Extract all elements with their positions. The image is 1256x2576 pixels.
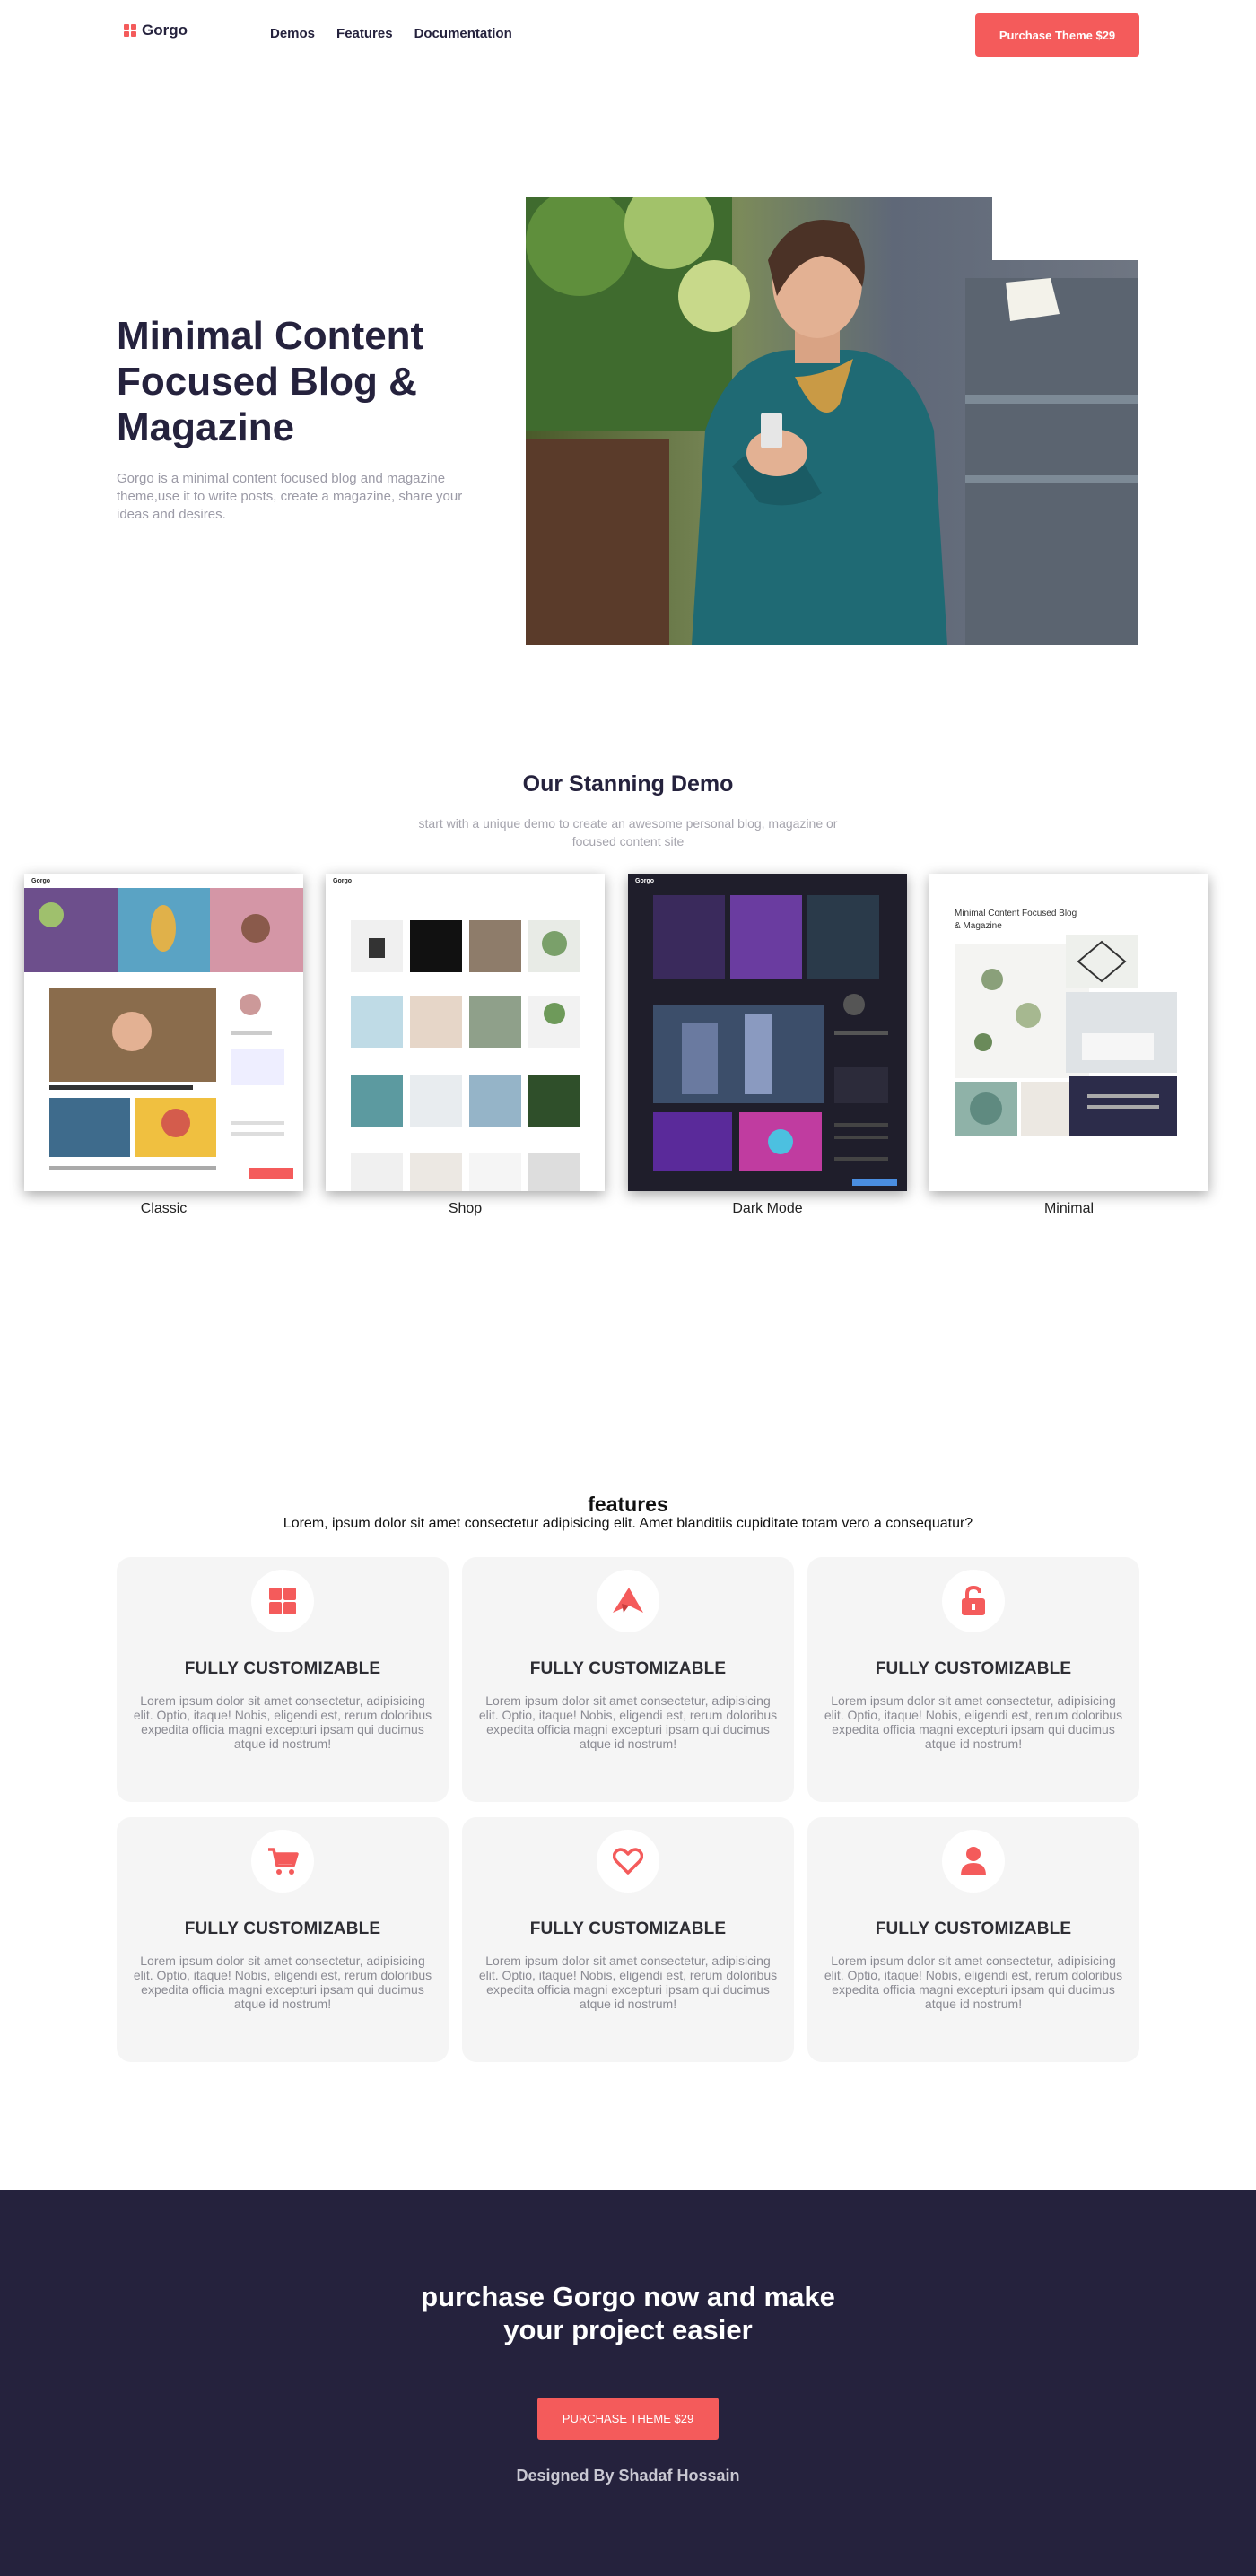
demo-classic-logo: Gorgo [31,877,50,884]
demo-classic-topbar: Gorgo [24,874,303,888]
logo-icon [124,24,136,37]
hero-image [526,197,1138,645]
logo[interactable]: Gorgo [124,22,188,39]
demo-label-shop[interactable]: Shop [326,1201,605,1217]
feature-card: FULLY CUSTOMIZABLE Lorem ipsum dolor sit… [807,1817,1139,2062]
feature-title: FULLY CUSTOMIZABLE [529,1659,727,1678]
demo-card-shop[interactable]: Gorgo [326,874,605,1191]
demo-shop-preview [351,920,580,1191]
demo-card-minimal[interactable]: Minimal Content Focused Blog & Magazine [929,874,1208,1191]
demo-dark-topbar: Gorgo [628,874,907,888]
site-header: Gorgo Demos Features Documentation Purch… [0,0,1256,68]
demo-minimal-preview [955,935,1177,1136]
feature-title: FULLY CUSTOMIZABLE [184,1659,381,1678]
demo-dark-preview [653,895,897,1186]
logo-text: Gorgo [142,22,188,39]
grid-icon [251,1570,314,1632]
nav-link-demos[interactable]: Demos [270,26,315,41]
footer-purchase-button[interactable]: PURCHASE THEME $29 [537,2398,719,2440]
demo-minimal-heading: Minimal Content Focused Blog & Magazine [955,909,1077,931]
feature-card: FULLY CUSTOMIZABLE Lorem ipsum dolor sit… [117,1557,449,1802]
demo-label-dark-mode[interactable]: Dark Mode [628,1201,907,1217]
nav-link-features[interactable]: Features [336,26,393,41]
features-subtitle: Lorem, ipsum dolor sit amet consectetur … [283,1516,973,1531]
feature-card: FULLY CUSTOMIZABLE Lorem ipsum dolor sit… [462,1557,794,1802]
hero-description: Gorgo is a minimal content focused blog … [117,471,463,522]
footer-title: purchase Gorgo now and make your project… [421,2281,835,2345]
feature-card: FULLY CUSTOMIZABLE Lorem ipsum dolor sit… [462,1817,794,2062]
demo-dark-logo: Gorgo [635,877,654,884]
purchase-button[interactable]: Purchase Theme $29 [975,13,1139,57]
feature-title: FULLY CUSTOMIZABLE [529,1919,727,1938]
landing-page: Gorgo Demos Features Documentation Purch… [0,0,1256,2576]
cart-icon [251,1830,314,1893]
user-icon [942,1830,1005,1893]
demos-title: Our Stanning Demo [522,771,734,796]
demo-shop-topbar: Gorgo [326,874,605,888]
footer-cta: purchase Gorgo now and make your project… [0,2190,1256,2576]
main-nav: Demos Features Documentation [270,26,534,41]
heart-icon [597,1830,659,1893]
features-title: features [588,1493,668,1516]
unlock-icon [942,1570,1005,1632]
feature-text: Lorem ipsum dolor sit amet consectetur, … [824,1954,1123,2011]
demo-label-minimal[interactable]: Minimal [929,1201,1208,1217]
paper-plane-icon [597,1570,659,1632]
feature-text: Lorem ipsum dolor sit amet consectetur, … [133,1693,432,1751]
demo-classic-preview [24,888,303,1179]
feature-text: Lorem ipsum dolor sit amet consectetur, … [478,1693,778,1751]
hero-title: Minimal Content Focused Blog & Magazine [117,314,424,449]
demo-label-classic[interactable]: Classic [24,1201,303,1217]
feature-card: FULLY CUSTOMIZABLE Lorem ipsum dolor sit… [807,1557,1139,1802]
demo-card-dark-mode[interactable]: Gorgo [628,874,907,1191]
feature-text: Lorem ipsum dolor sit amet consectetur, … [824,1693,1123,1751]
feature-text: Lorem ipsum dolor sit amet consectetur, … [478,1954,778,2011]
demo-shop-logo: Gorgo [333,877,352,884]
footer-credit: Designed By Shadaf Hossain [516,2467,740,2485]
nav-link-documentation[interactable]: Documentation [414,26,512,41]
feature-card: FULLY CUSTOMIZABLE Lorem ipsum dolor sit… [117,1817,449,2062]
feature-title: FULLY CUSTOMIZABLE [875,1659,1072,1678]
demos-subtitle: start with a unique demo to create an aw… [418,816,838,849]
feature-text: Lorem ipsum dolor sit amet consectetur, … [133,1954,432,2011]
feature-title: FULLY CUSTOMIZABLE [875,1919,1072,1938]
feature-title: FULLY CUSTOMIZABLE [184,1919,381,1938]
demo-card-classic[interactable]: Gorgo [24,874,303,1191]
